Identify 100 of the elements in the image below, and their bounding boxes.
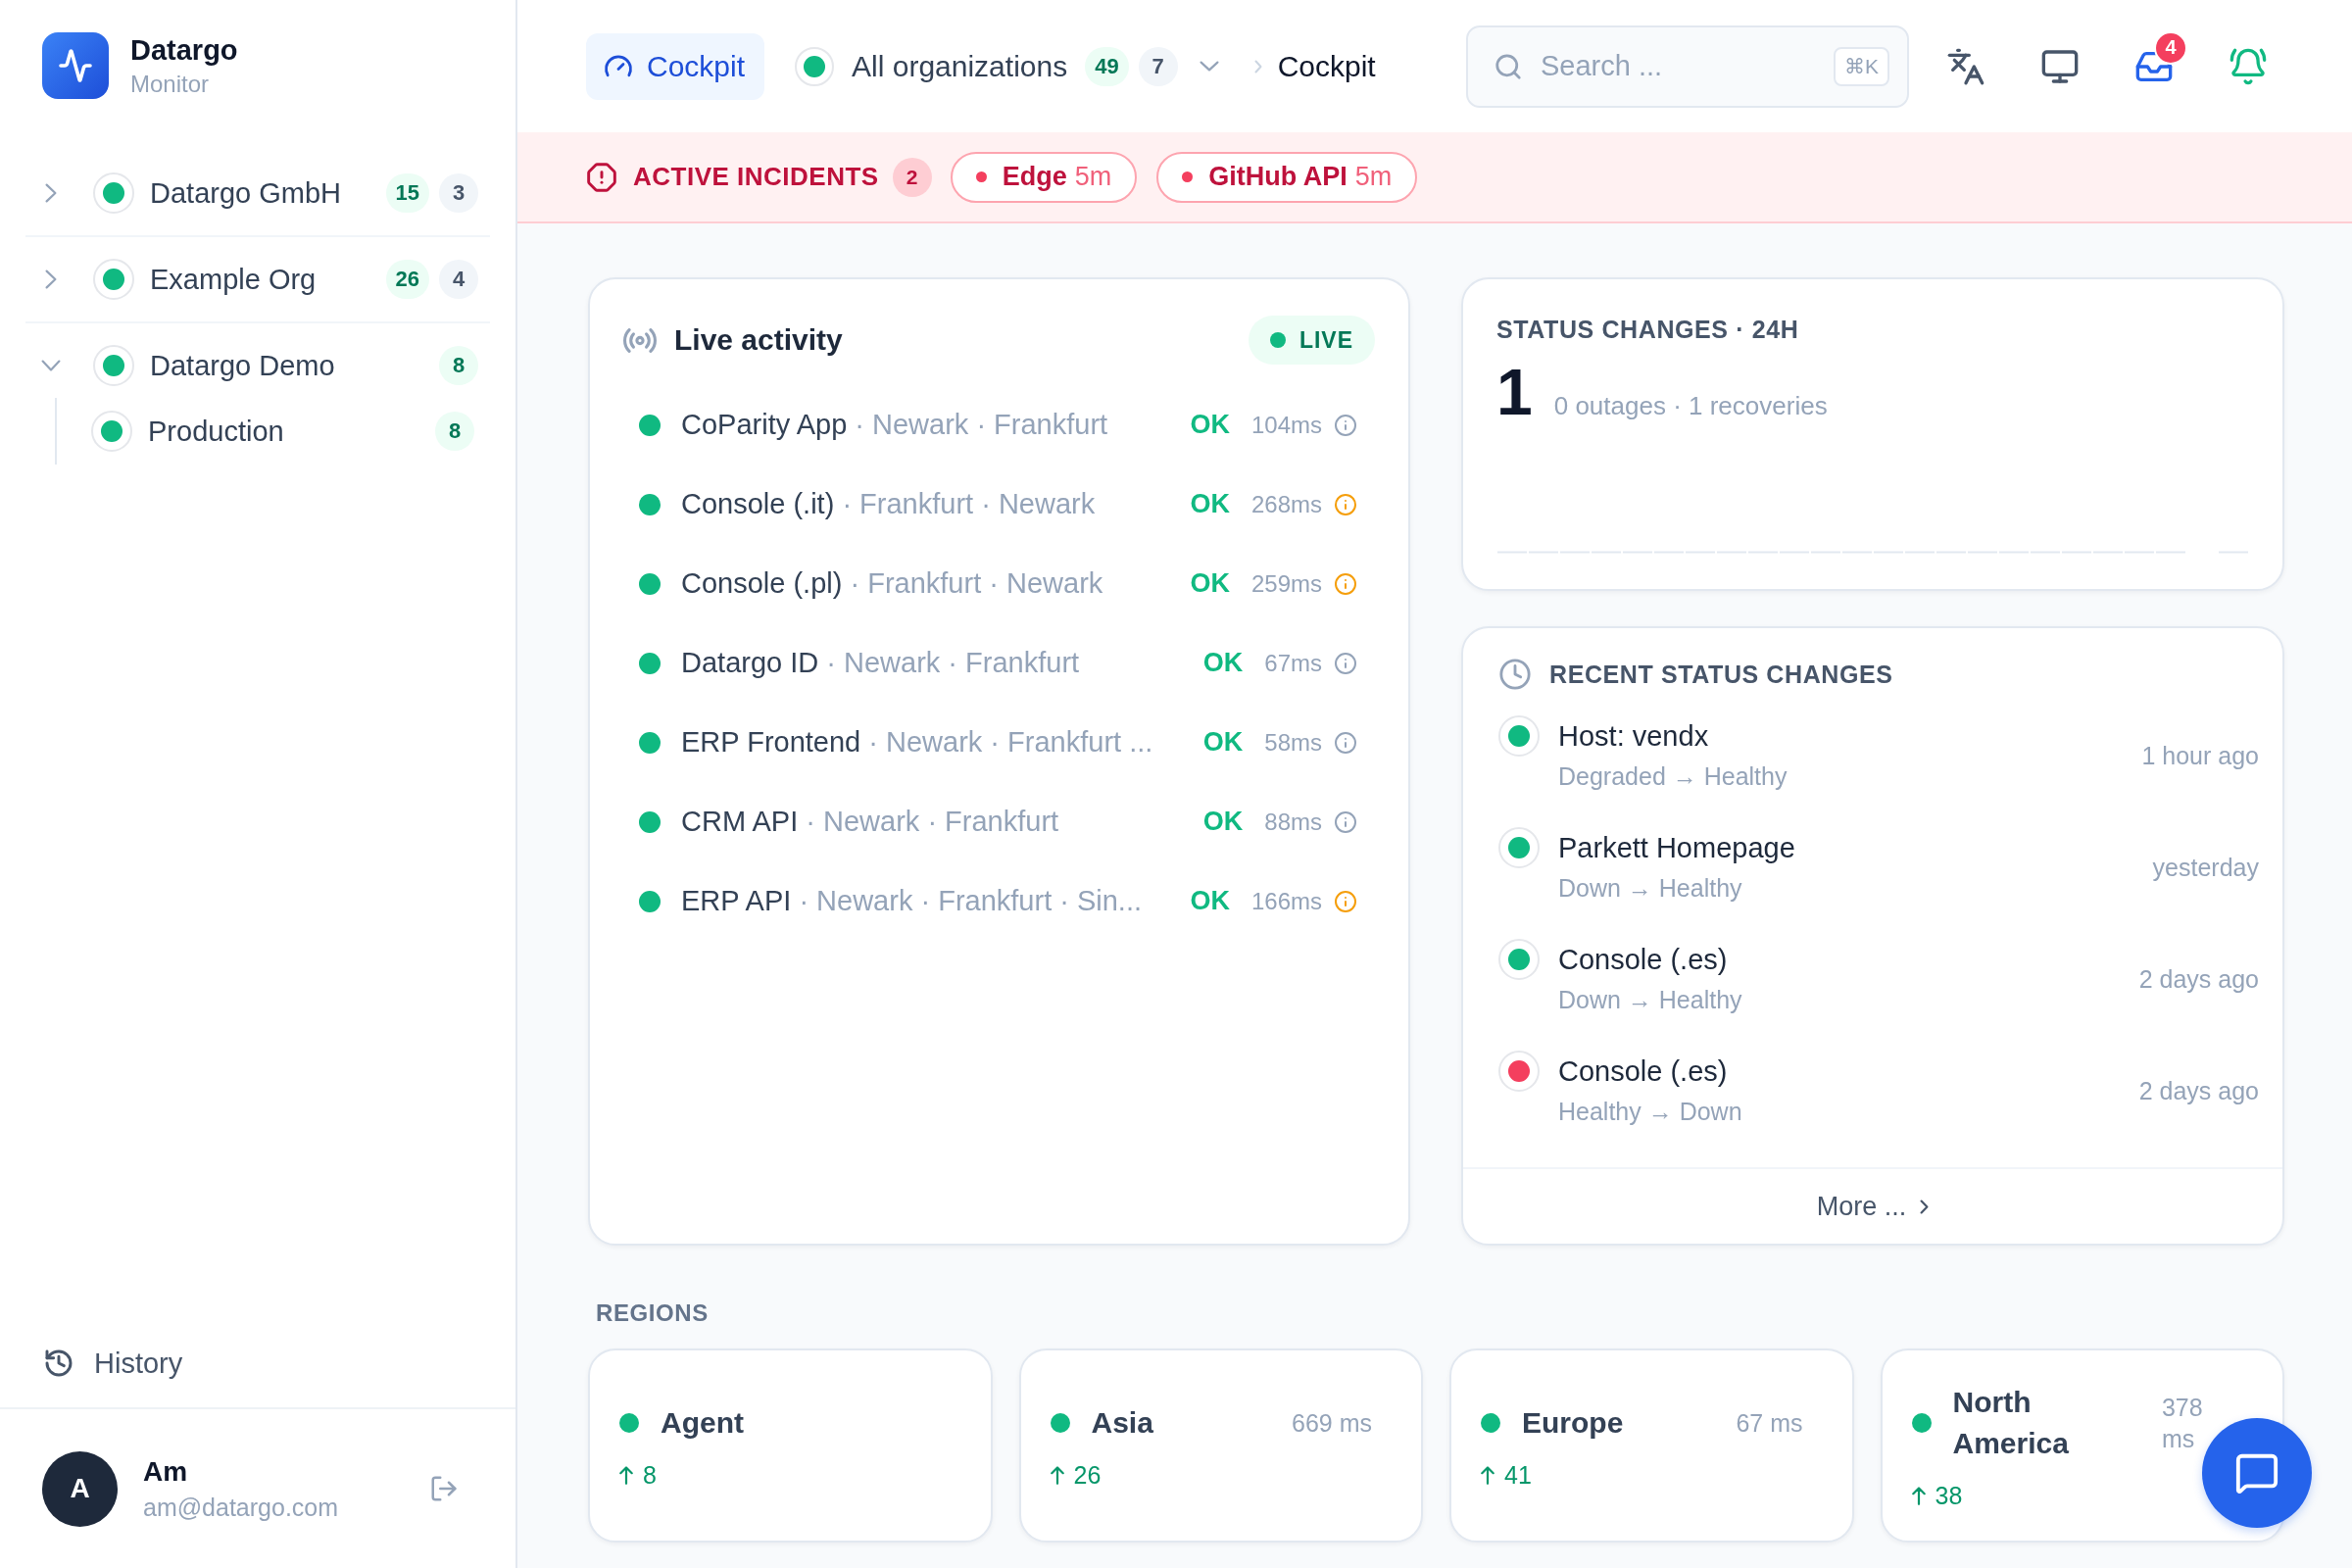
latency-text: 259ms [1250,569,1322,598]
result-text: OK [1190,489,1230,519]
brand-name: Datargo [130,33,238,67]
tree-item-label[interactable]: Datargo Demo [150,349,335,382]
latency-text: 166ms [1250,887,1322,915]
user-avatar: A [42,1450,118,1527]
chevron-down-icon[interactable] [41,360,61,371]
up-count-badge: 8 [439,346,478,385]
route-text: · Frankfurt · Newark [842,488,1096,519]
change-title: Console (.es) [1558,1054,1729,1089]
monitor-name: CoParity App [681,409,848,440]
latency-text: 88ms [1264,808,1322,836]
breadcrumb-current: Cockpit [1277,49,1376,83]
card-title: RECENT STATUS CHANGES [1549,660,1893,689]
incident-count-badge: 2 [892,157,932,197]
latency-text: 378 ms [2160,1392,2204,1454]
section-title: REGIONS [596,1299,710,1327]
region-name: North America [1952,1384,2070,1461]
arrow-up-icon [619,1465,633,1485]
more-button[interactable]: More ... [1810,1187,1936,1226]
up-count: 38 [1935,1481,1963,1510]
route-text: · Newark · Frankfurt ... [868,726,1153,758]
live-dot-icon [1269,332,1286,348]
user-email: am@datargo.com [143,1493,339,1522]
change-transition: Down → Healthy [1558,873,1743,904]
route-text: · Newark · Frankfurt [826,647,1080,678]
summary-text: 0 outages · 1 recoveries [1553,391,1828,421]
up-count-badge: 8 [435,412,474,451]
change-time: 1 hour ago [2141,741,2259,770]
change-time: yesterday [2152,853,2259,882]
logo-icon [42,32,109,99]
route-text: · Newark · Frankfurt [855,409,1108,440]
result-text: OK [1202,648,1244,678]
route-text: · Frankfurt · Newark [850,567,1103,599]
user-name: Am [143,1455,189,1488]
clock-icon [1498,658,1532,691]
change-title: Console (.es) [1558,943,1729,977]
result-text: OK [1190,568,1230,599]
up-count-badge: 15 [385,173,429,213]
latency-text: 58ms [1264,728,1322,757]
shortcut-key: ⌘K [1834,46,1889,86]
broadcast-icon [623,327,657,353]
result-text: OK [1202,807,1244,837]
monitor-name: Console (.it) [681,488,835,519]
nav-button[interactable]: Cockpit [586,32,765,100]
search-input[interactable]: Search ... [1541,50,1816,82]
card-title: Live activity [674,323,843,357]
tree-item-label[interactable]: Production [148,415,284,448]
monitor-name: ERP API [681,885,792,916]
up-count: 8 [643,1460,657,1490]
count-badge: 4 [439,260,478,299]
monitor-name: Datargo ID [681,647,819,678]
change-transition: Degraded → Healthy [1558,761,1788,792]
change-transition: Healthy → Down [1558,1097,1743,1127]
arrow-up-icon [1050,1465,1064,1485]
card-title: STATUS CHANGES · 24H [1496,315,1800,344]
latency-text: 669 ms [1291,1407,1373,1439]
org-selector-label[interactable]: All organizations [852,49,1068,83]
tree-item-label[interactable]: Datargo GmbH [150,176,341,210]
tree-item-label[interactable]: Example Org [150,263,317,296]
incident-chip[interactable]: Edge 5m [950,151,1138,203]
monitor-name: Console (.pl) [681,567,843,599]
latency-text: 67 ms [1735,1407,1804,1439]
alert-icon [586,161,617,193]
chevron-down-icon[interactable] [1199,61,1219,72]
history-icon [43,1348,74,1379]
chevron-right-icon [1920,1199,1930,1214]
monitor-name: CRM API [681,806,799,837]
change-title: Host: vendx [1558,719,1710,754]
chevron-right-icon[interactable] [45,270,57,289]
up-count-badge: 26 [385,260,429,299]
result-text: OK [1202,727,1244,758]
change-transition: Down → Healthy [1558,985,1743,1015]
result-text: OK [1190,410,1230,440]
latency-text: 67ms [1264,649,1322,677]
logout-icon [429,1474,459,1503]
change-time: 2 days ago [2138,1076,2259,1105]
incident-chip[interactable]: GitHub API 5m [1156,151,1418,203]
count-badge: 3 [439,173,478,213]
brand-subtitle: Monitor [130,71,211,98]
arrow-up-icon [1911,1486,1926,1505]
live-label: LIVE [1298,326,1353,354]
up-count: 41 [1504,1460,1532,1490]
route-text: · Newark · Frankfurt · Sin... [799,885,1143,916]
up-count: 26 [1073,1460,1102,1490]
latency-text: 268ms [1250,490,1322,518]
up-count-badge: 49 [1085,46,1129,86]
search-icon [1494,51,1523,81]
latency-text: 104ms [1250,411,1322,439]
region-name: Agent [661,1404,744,1441]
count-badge: 7 [1138,46,1178,86]
history-link[interactable]: History [43,1347,183,1380]
chevron-right-icon[interactable] [45,183,57,203]
notification-count-badge: 4 [2154,30,2187,65]
change-time: 2 days ago [2138,964,2259,994]
chevron-right-icon [1253,59,1262,74]
region-name: Asia [1091,1404,1153,1441]
translate-icon [1946,46,1985,86]
region-name: Europe [1522,1404,1624,1441]
arrow-up-icon [1481,1465,1494,1485]
